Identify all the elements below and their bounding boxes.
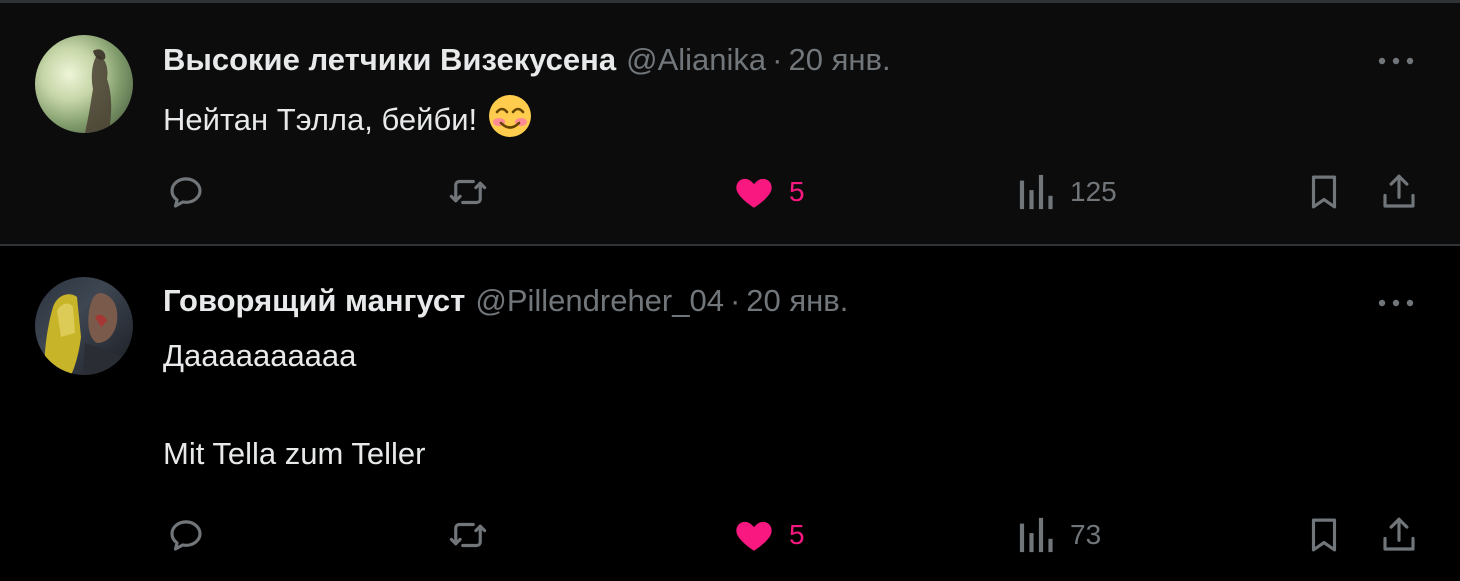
separator-dot: · <box>772 42 783 77</box>
bookmark-icon <box>1311 518 1337 552</box>
heart-filled-icon <box>736 521 772 551</box>
tweet-text-line: Даааааааааа <box>163 338 357 373</box>
reply-button[interactable] <box>165 170 207 214</box>
like-count: 5 <box>789 519 805 550</box>
tweet-text: Нейтан Тэлла, бейби! <box>163 93 533 147</box>
views-button[interactable]: 125 <box>1018 170 1117 214</box>
more-options-button[interactable] <box>1374 291 1418 315</box>
avatar[interactable] <box>35 35 133 133</box>
tweet-date[interactable]: 20 янв. <box>746 283 848 319</box>
views-icon <box>1019 517 1053 553</box>
user-handle[interactable]: @Pillendreher_04 <box>475 283 724 319</box>
tweet[interactable]: Говорящий мангуст @Pillendreher_04 · 20 … <box>0 246 1460 581</box>
views-icon <box>1019 174 1053 210</box>
reply-icon <box>170 177 202 208</box>
tweet-date[interactable]: 20 янв. <box>788 42 890 78</box>
more-icon <box>1378 299 1414 307</box>
retweet-icon <box>449 522 487 548</box>
more-icon <box>1378 57 1414 65</box>
like-button[interactable]: 5 <box>733 513 805 557</box>
reply-icon <box>170 520 202 551</box>
display-name[interactable]: Говорящий мангуст <box>163 283 465 319</box>
bookmark-button[interactable] <box>1303 170 1345 214</box>
like-button[interactable]: 5 <box>733 170 805 214</box>
retweet-button[interactable] <box>446 170 490 214</box>
user-handle[interactable]: @Alianika <box>626 42 766 78</box>
heart-filled-icon <box>736 178 772 208</box>
share-button[interactable] <box>1378 170 1420 214</box>
tweet-header: Говорящий мангуст @Pillendreher_04 · 20 … <box>163 281 848 321</box>
views-button[interactable]: 73 <box>1018 513 1101 557</box>
tweet-text-line: Нейтан Тэлла, бейби! <box>163 102 478 137</box>
display-name[interactable]: Высокие летчики Визекусена <box>163 42 616 78</box>
tweet-text-line: Mit Tella zum Teller <box>163 436 426 471</box>
view-count: 73 <box>1070 519 1102 550</box>
retweet-icon <box>449 179 487 205</box>
view-count: 125 <box>1070 176 1117 207</box>
bookmark-icon <box>1311 175 1337 209</box>
reply-button[interactable] <box>165 513 207 557</box>
tweet[interactable]: Высокие летчики Визекусена @Alianika · 2… <box>0 3 1460 244</box>
tweet-header: Высокие летчики Визекусена @Alianika · 2… <box>163 40 891 80</box>
more-options-button[interactable] <box>1374 49 1418 73</box>
share-button[interactable] <box>1378 513 1420 557</box>
share-icon <box>1383 174 1415 208</box>
share-icon <box>1383 517 1415 551</box>
separator-dot: · <box>729 283 741 318</box>
bookmark-button[interactable] <box>1303 513 1345 557</box>
smiling-face-emoji <box>487 93 533 147</box>
avatar[interactable] <box>35 277 133 375</box>
retweet-button[interactable] <box>446 513 490 557</box>
like-count: 5 <box>789 176 805 207</box>
